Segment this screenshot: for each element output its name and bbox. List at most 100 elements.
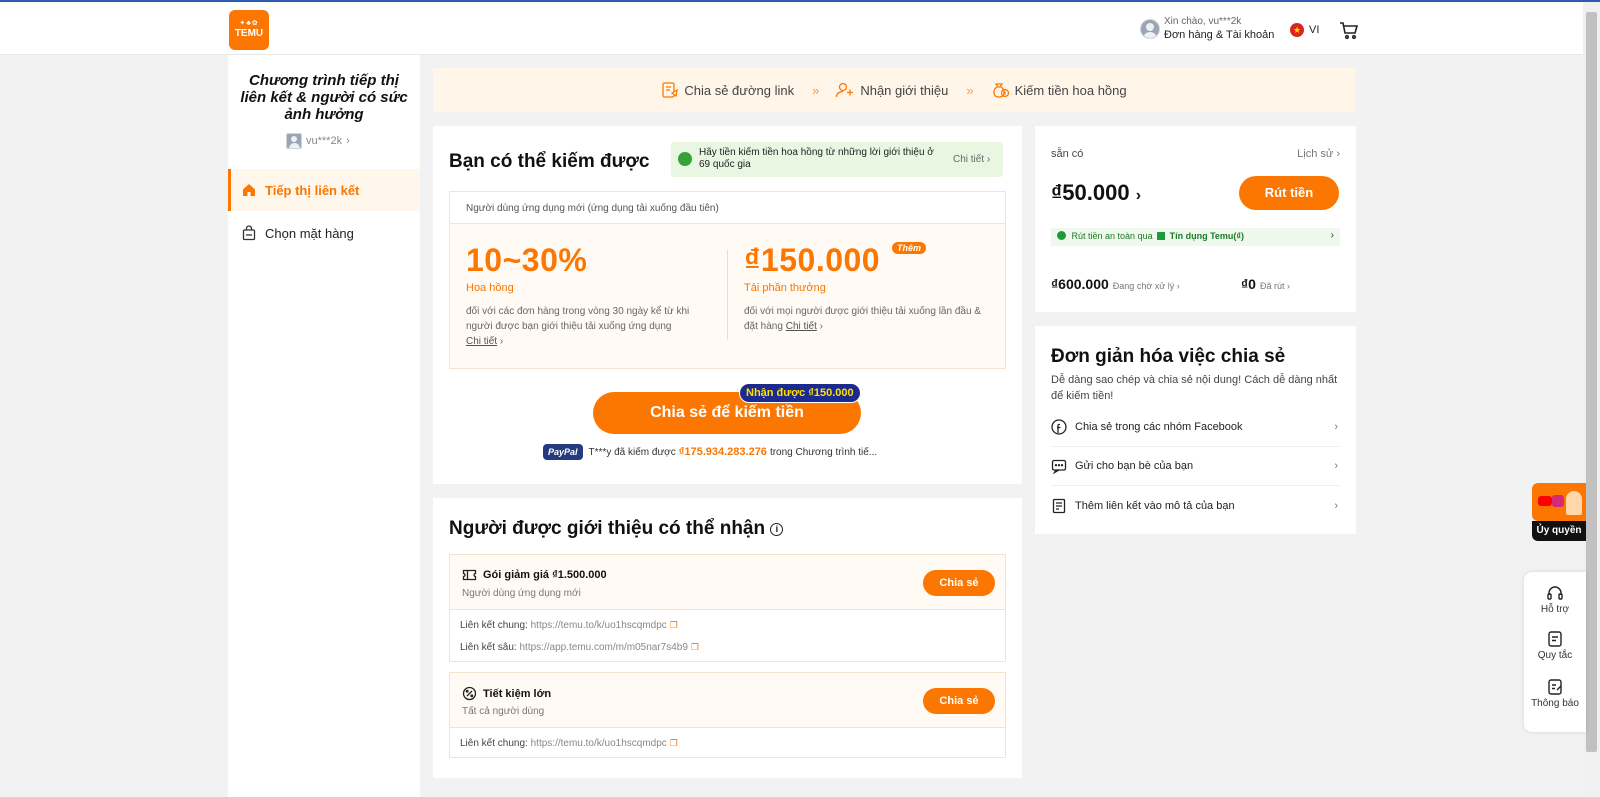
pending-amount[interactable]: ₫600.000 Đang chờ xử lý › (1051, 276, 1180, 292)
safe-withdraw-bar[interactable]: Rút tiền an toàn qua Tín dụng Temu(₫) › (1051, 228, 1340, 246)
share-facebook-groups-row[interactable]: Chia sẻ trong các nhóm Facebook › (1051, 408, 1340, 447)
simplify-sharing-card: Đơn giản hóa việc chia sẻ Dễ dàng sao ch… (1035, 326, 1356, 534)
chevron-right-icon: › (1334, 421, 1338, 433)
reward-box: Người dùng ứng dụng mới (ứng dụng tải xu… (449, 191, 1006, 369)
commission-promo-banner[interactable]: Hãy tiền kiếm tiền hoa hồng từ những lời… (671, 142, 1003, 177)
temu-credit-icon (1157, 232, 1166, 240)
history-link[interactable]: Lịch sử › (1297, 148, 1340, 160)
message-icon (1051, 459, 1067, 474)
balance-amount[interactable]: ₫50.000 › (1051, 180, 1141, 206)
add-link-description-row[interactable]: Thêm liên kết vào mô tả của bạn › (1051, 486, 1340, 525)
headset-icon (1547, 586, 1563, 600)
deep-link-url[interactable]: https://app.temu.com/m/m05nar7s4b9 (520, 642, 688, 653)
discount-icon (462, 686, 477, 701)
greeting-text: Xin chào, vu***2k (1164, 16, 1242, 27)
reward-column: ₫150.000 Tải phần thưởng đối với mọi ngư… (744, 224, 989, 334)
facebook-icon (1051, 419, 1067, 435)
extra-badge: Thêm (892, 242, 927, 254)
share-offer-button[interactable]: Chia sẻ (923, 688, 995, 714)
youtube-icon (1538, 496, 1552, 506)
paypal-amount: ₫175.934.283.276 (678, 446, 767, 458)
withdraw-button[interactable]: Rút tiền (1239, 176, 1339, 210)
person-icon (1566, 491, 1582, 515)
reward-label: Tải phần thưởng (744, 282, 826, 294)
chevron-right-icon: › (1330, 230, 1334, 241)
sidebar-item-label: Tiếp thị liên kết (265, 182, 360, 198)
scrollbar-thumb[interactable] (1586, 12, 1597, 752)
language-selector[interactable]: VI (1309, 24, 1319, 36)
rules-button[interactable]: Quy tắc (1524, 630, 1586, 662)
simplify-title: Đơn giản hóa việc chia sẻ (1051, 346, 1286, 367)
paypal-earnings-ticker: PayPal T***y đã kiếm được ₫175.934.283.2… (543, 444, 877, 460)
description-icon (1052, 498, 1066, 513)
globe-icon (678, 152, 692, 166)
floating-tools-panel: Hỗ trợ Quy tắc Thông báo (1524, 572, 1586, 732)
account-menu[interactable]: Xin chào, vu***2k Đơn hàng & Tài khoản (1140, 16, 1274, 42)
share-link-icon (662, 82, 679, 98)
ticket-icon (462, 569, 477, 581)
step-get-referral: Nhận giới thiệu (835, 81, 948, 99)
general-link-url[interactable]: https://temu.to/k/uo1hscqmdpc (531, 620, 667, 631)
instagram-icon (1552, 495, 1564, 507)
chevron-right-icon: › (1334, 499, 1338, 512)
earnings-card: Bạn có thể kiếm được Hãy tiền kiếm tiền … (433, 126, 1022, 484)
step-share-link: Chia sẻ đường link (661, 81, 794, 99)
copy-icon[interactable]: ❐ (670, 738, 678, 748)
commission-details-link[interactable]: Chi tiết (466, 336, 497, 347)
copy-icon[interactable]: ❐ (670, 620, 678, 630)
sidebar-item-label: Chọn mặt hàng (265, 225, 354, 241)
support-button[interactable]: Hỗ trợ (1524, 584, 1586, 616)
user-add-icon (836, 82, 854, 98)
top-header: ✦♣✿ TEMU Xin chào, vu***2k Đơn hàng & Tà… (0, 2, 1583, 55)
sidebar-username: vu***2k (306, 135, 343, 147)
user-avatar (286, 133, 302, 149)
offer-audience: Người dùng ứng dụng mới (462, 588, 581, 599)
available-balance-card: sẵn có Lịch sử › ₫50.000 › Rút tiền Rút … (1035, 126, 1356, 312)
receive-reward-badge: Nhận được ₫150.000 (739, 383, 861, 403)
step-earn-commission: Kiếm tiền hoa hồng (990, 81, 1127, 99)
withdrawn-amount[interactable]: ₫0 Đã rút › (1241, 276, 1290, 292)
how-it-works-steps: Chia sẻ đường link » Nhận giới thiệu » K… (433, 68, 1355, 112)
step-arrow: » (966, 82, 973, 98)
general-link-row: Liên kết chung: https://temu.to/k/uo1hsc… (460, 620, 678, 631)
commission-label: Hoa hồng (466, 282, 514, 294)
notice-icon (1548, 679, 1562, 695)
deep-link-row: Liên kết sâu: https://app.temu.com/m/m05… (460, 642, 699, 653)
divider (727, 250, 728, 340)
commission-column: 10~30% Hoa hồng đối với các đơn hàng tro… (466, 224, 706, 349)
reward-desc: đối với mọi người được giới thiệu tải xu… (744, 306, 981, 332)
referral-title: Người được giới thiệu có thể nhận i (449, 518, 784, 540)
rules-icon (1548, 631, 1562, 647)
sidebar-item-choose-products[interactable]: Chọn mặt hàng (228, 212, 420, 254)
commission-value: 10~30% (466, 242, 588, 278)
info-icon[interactable]: i (770, 523, 784, 536)
sidebar: Chương trình tiếp thị liên kết & người c… (228, 55, 420, 797)
send-to-friends-row[interactable]: Gửi cho bạn bè của bạn › (1051, 447, 1340, 486)
temu-logo[interactable]: ✦♣✿ TEMU (229, 10, 269, 50)
reward-box-header: Người dùng ứng dụng mới (ứng dụng tải xu… (450, 192, 1005, 224)
reward-details-link[interactable]: Chi tiết (786, 321, 817, 332)
share-offer-button[interactable]: Chia sẻ (923, 570, 995, 596)
promo-details-link[interactable]: Chi tiết › (953, 154, 990, 165)
general-link-url[interactable]: https://temu.to/k/uo1hscqmdpc (531, 738, 667, 749)
cart-icon[interactable] (1339, 20, 1359, 40)
social-promo-image (1532, 483, 1586, 521)
bag-icon (242, 225, 256, 241)
offer-name: Gói giảm giá ₫1.500.000 (462, 568, 607, 582)
sidebar-user[interactable]: vu***2k › (286, 133, 350, 149)
vietnam-flag-icon[interactable]: ★ (1290, 23, 1304, 37)
copy-icon[interactable]: ❐ (691, 642, 699, 652)
notice-button[interactable]: Thông báo (1524, 678, 1586, 710)
commission-desc: đối với các đơn hàng trong vòng 30 ngày … (466, 306, 690, 347)
avatar (1140, 19, 1160, 39)
chevron-right-icon: › (346, 135, 350, 147)
chevron-right-icon: › (1334, 460, 1338, 472)
available-label: sẵn có (1051, 148, 1084, 160)
sidebar-item-affiliate[interactable]: Tiếp thị liên kết (228, 169, 420, 211)
reward-box-body: 10~30% Hoa hồng đối với các đơn hàng tro… (450, 224, 1005, 368)
authorize-floating-button[interactable]: Ủy quyền (1532, 483, 1586, 543)
account-label: Đơn hàng & Tài khoản (1164, 29, 1275, 41)
offer-name: Tiết kiệm lớn (462, 686, 551, 701)
step-arrow: » (812, 82, 819, 98)
promo-text: Hãy tiền kiếm tiền hoa hồng từ những lời… (699, 147, 934, 170)
